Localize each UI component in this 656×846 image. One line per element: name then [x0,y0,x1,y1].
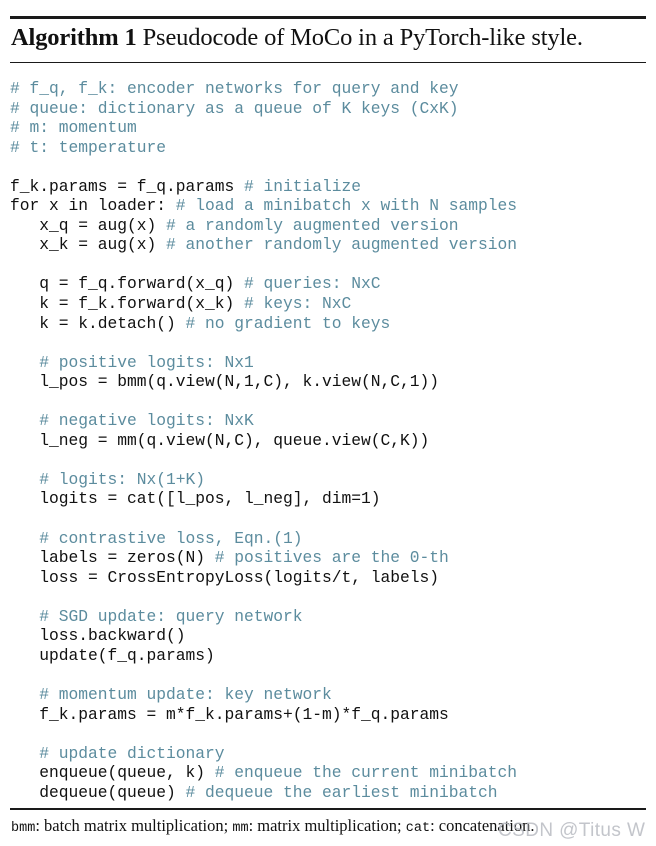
algorithm-caption: Pseudocode of MoCo in a PyTorch-like sty… [136,24,583,51]
code-line: dequeue(queue) # dequeue the earliest mi… [10,783,650,803]
comment-token: # keys: NxC [244,294,352,314]
code-line: # momentum update: key network [10,685,650,705]
pseudocode-block: # f_q, f_k: encoder networks for query a… [10,79,650,802]
comment-token: # no gradient to keys [185,313,391,333]
code-line: k = k.detach() # no gradient to keys [10,314,650,334]
code-line: # logits: Nx(1+K) [10,470,650,490]
top-rule [10,16,646,19]
comment-token: # t: temperature [10,137,167,157]
comment-token: # initialize [244,176,362,196]
code-line: loss.backward() [10,626,650,646]
code-token: f_k.params = f_q.params [10,176,245,196]
comment-token: # negative logits: NxK [39,411,254,431]
algorithm-figure: Algorithm 1 Pseudocode of MoCo in a PyTo… [0,0,656,846]
code-line: k = f_k.forward(x_k) # keys: NxC [10,294,650,314]
code-line: f_k.params = f_q.params # initialize [10,177,650,197]
code-line: # negative logits: NxK [10,411,650,431]
comment-token: # dequeue the earliest minibatch [185,782,498,802]
code-token: loss.backward() [10,626,186,646]
code-line: loss = CrossEntropyLoss(logits/t, labels… [10,568,650,588]
code-line: update(f_q.params) [10,646,650,666]
code-line: l_pos = bmm(q.view(N,1,C), k.view(N,C,1)… [10,372,650,392]
code-token: l_pos = bmm(q.view(N,1,C), k.view(N,C,1)… [10,372,440,392]
legend-term-definition: : concatenation. [430,816,535,835]
legend-term-definition: : matrix multiplication; [248,816,406,835]
code-token: labels = zeros(N) [10,548,215,568]
comment-token: # queries: NxC [244,274,381,294]
code-line: # SGD update: query network [10,607,650,627]
legend-term-name: mm [232,821,249,836]
legend-term-name: cat [405,821,431,836]
comment-token: # enqueue the current minibatch [214,763,518,783]
code-line: x_k = aug(x) # another randomly augmente… [10,235,650,255]
code-token: q = f_q.forward(x_q) [10,274,245,294]
code-line: enqueue(queue, k) # enqueue the current … [10,763,650,783]
comment-token: # update dictionary [39,743,225,763]
code-line: logits = cat([l_pos, l_neg], dim=1) [10,489,650,509]
code-token: update(f_q.params) [10,645,215,665]
code-line: # m: momentum [10,118,650,138]
code-token: dequeue(queue) [10,782,186,802]
code-line: # queue: dictionary as a queue of K keys… [10,99,650,119]
code-token: x_q = aug(x) [10,215,167,235]
code-token: k = f_k.forward(x_k) [10,294,245,314]
code-line: f_k.params = m*f_k.params+(1-m)*f_q.para… [10,705,650,725]
comment-token: # load a minibatch x with N samples [175,196,518,216]
comment-token: # a randomly augmented version [166,215,459,235]
comment-token: # positives are the 0-th [214,548,449,568]
code-line: # update dictionary [10,744,650,764]
comment-token: # another randomly augmented version [166,235,518,255]
comment-token: # m: momentum [10,118,137,138]
code-token: logits = cat([l_pos, l_neg], dim=1) [10,489,381,509]
comment-token: # contrastive loss, Eqn.(1) [39,528,303,548]
title-divider-rule [10,62,646,63]
code-line: x_q = aug(x) # a randomly augmented vers… [10,216,650,236]
code-token: f_k.params = m*f_k.params+(1-m)*f_q.para… [10,704,449,724]
code-line: l_neg = mm(q.view(N,C), queue.view(C,K)) [10,431,650,451]
bottom-rule [10,808,646,810]
legend-term-definition: : batch matrix multiplication; [35,816,233,835]
code-token: k = k.detach() [10,313,186,333]
code-token: loss = CrossEntropyLoss(logits/t, labels… [10,567,440,587]
comment-token: # f_q, f_k: encoder networks for query a… [10,79,459,98]
algorithm-label: Algorithm 1 [11,24,137,51]
code-line: # positive logits: Nx1 [10,353,650,373]
algorithm-title: Algorithm 1 Pseudocode of MoCo in a PyTo… [11,21,651,55]
code-line: for x in loader: # load a minibatch x wi… [10,196,650,216]
comment-token: # SGD update: query network [39,606,303,626]
code-token: for x in loader: [10,196,176,216]
legend-term-name: bmm [11,821,36,836]
code-line: labels = zeros(N) # positives are the 0-… [10,548,650,568]
comment-token: # queue: dictionary as a queue of K keys… [10,98,459,118]
comment-token: # momentum update: key network [39,684,332,704]
code-token: enqueue(queue, k) [10,763,215,783]
code-line: # f_q, f_k: encoder networks for query a… [10,79,650,99]
footer-legend: bmm: batch matrix multiplication; mm: ma… [11,815,651,840]
comment-token: # positive logits: Nx1 [39,352,254,372]
code-token: x_k = aug(x) [10,235,167,255]
code-line: # contrastive loss, Eqn.(1) [10,529,650,549]
code-token: l_neg = mm(q.view(N,C), queue.view(C,K)) [10,430,430,450]
comment-token: # logits: Nx(1+K) [39,469,206,489]
code-line: # t: temperature [10,138,650,158]
code-line: q = f_q.forward(x_q) # queries: NxC [10,274,650,294]
